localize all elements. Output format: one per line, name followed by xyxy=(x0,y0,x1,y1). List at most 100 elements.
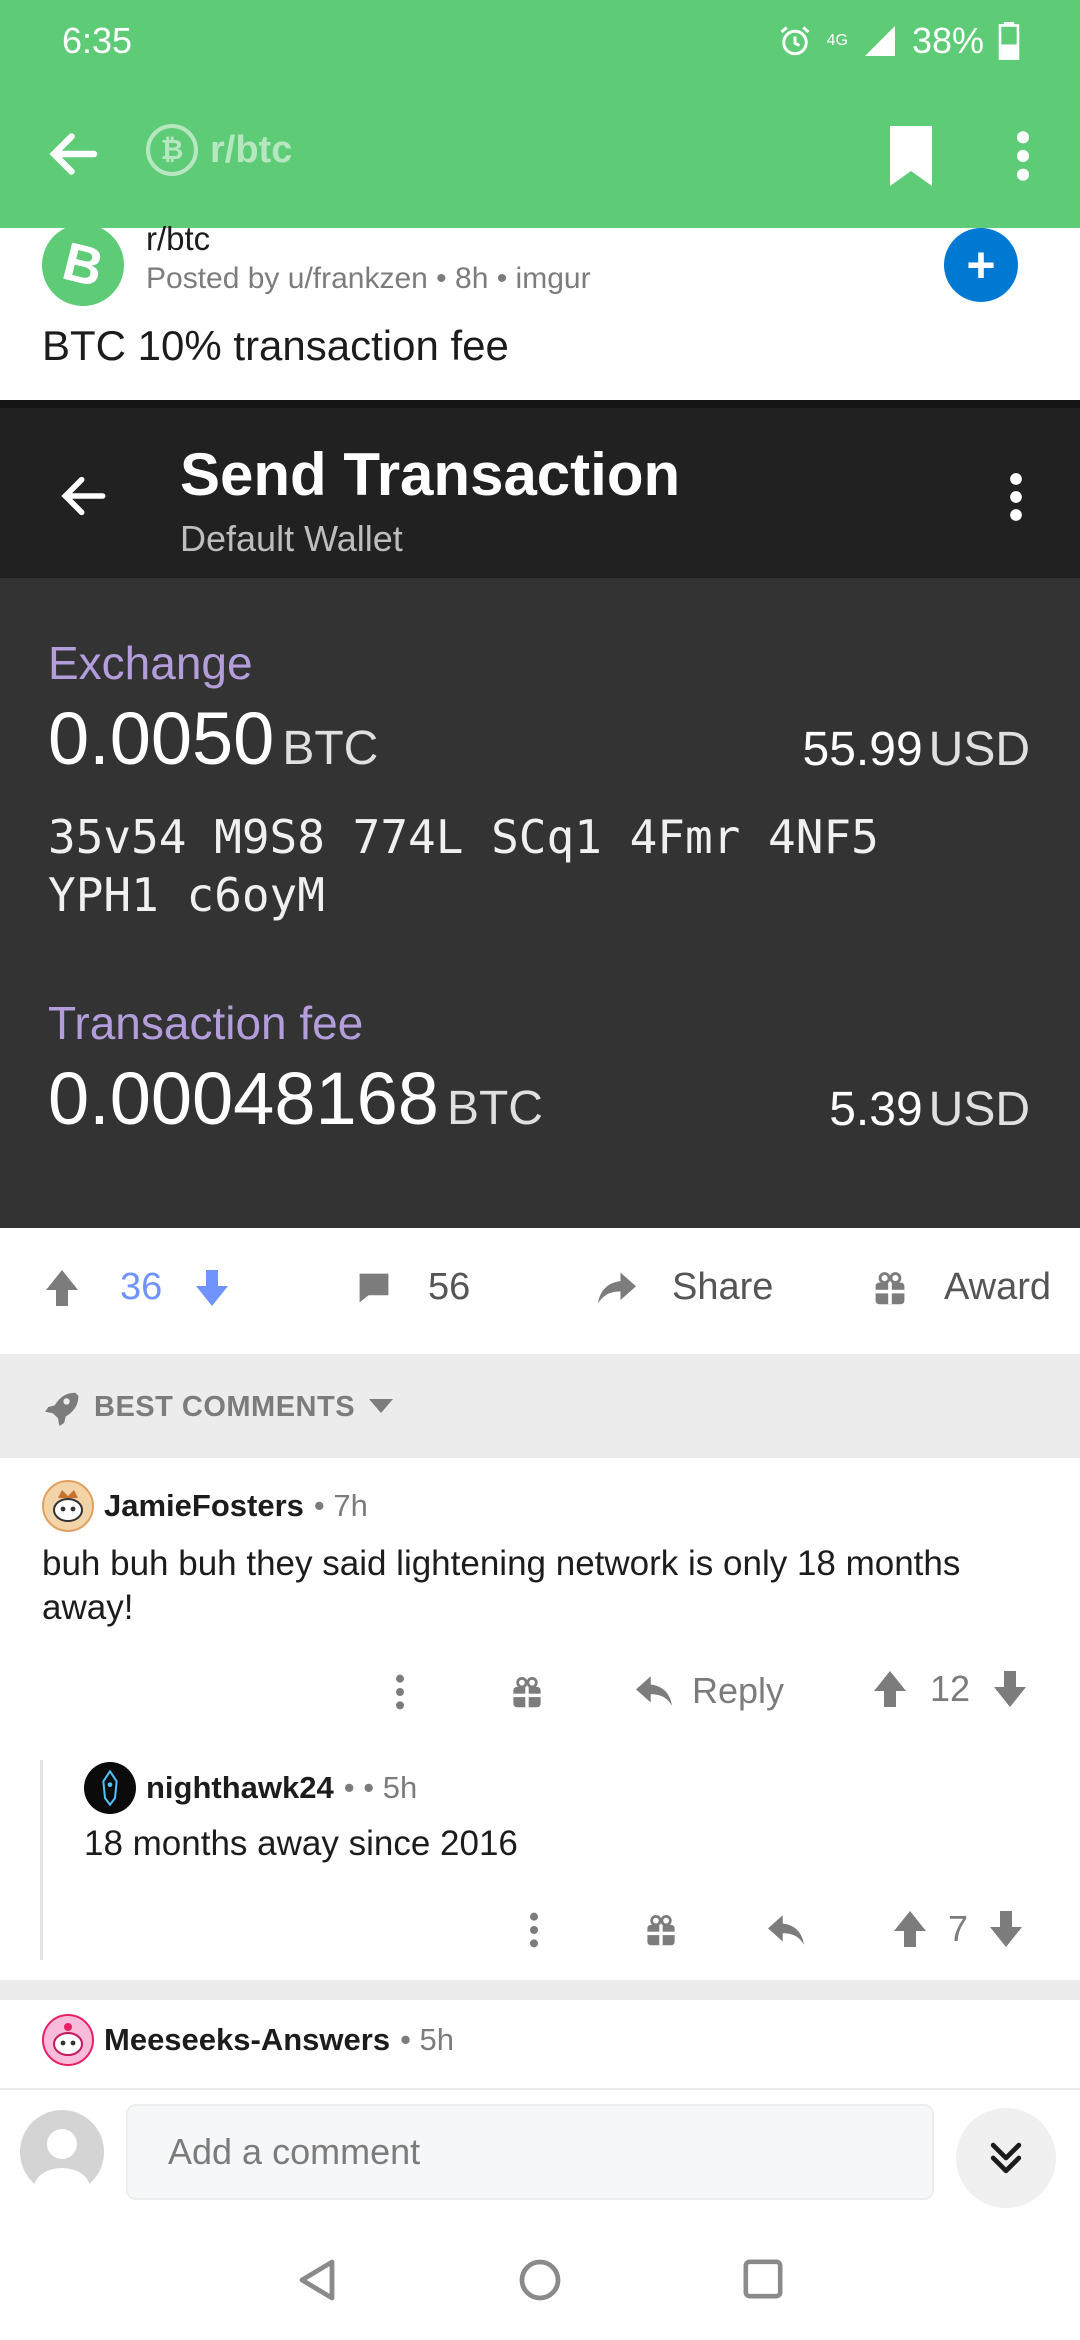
nav-back-icon[interactable] xyxy=(296,2256,340,2304)
comment-author[interactable]: Meeseeks-Answers xyxy=(104,2022,390,2058)
battery-percent: 38% xyxy=(911,20,984,61)
nav-recents-icon[interactable] xyxy=(742,2258,784,2300)
post-subreddit[interactable]: r/btc xyxy=(146,220,210,258)
award-button[interactable]: Award xyxy=(872,1266,1051,1309)
wallet-title: Send Transaction xyxy=(180,441,681,508)
fee-btc-value: 0.00048168 xyxy=(48,1057,439,1140)
network-type: 4G xyxy=(826,32,848,49)
downvote-icon[interactable] xyxy=(194,1268,230,1308)
reply-arrow-icon[interactable] xyxy=(766,1912,806,1948)
exchange-btc-value: 0.0050 xyxy=(48,697,275,780)
system-nav-bar xyxy=(0,2214,1080,2340)
vote-group: 36 xyxy=(44,1266,230,1309)
reply-label: Reply xyxy=(692,1670,785,1711)
comment-gift-icon[interactable] xyxy=(644,1912,678,1948)
nav-home-icon[interactable] xyxy=(518,2258,562,2302)
comment-sort-bar[interactable]: BEST COMMENTS xyxy=(0,1354,1080,1458)
post-meta: Posted by u/frankzen • 8h • imgur xyxy=(146,262,591,295)
comment-author[interactable]: JamieFosters xyxy=(104,1488,304,1524)
address-line-1: 35v54 M9S8 774L SCq1 4Fmr 4NF5 xyxy=(48,810,879,864)
more-vert-icon[interactable] xyxy=(1006,128,1040,184)
comment-count: 56 xyxy=(428,1266,471,1308)
upvote-icon[interactable] xyxy=(44,1268,80,1308)
downvote-icon[interactable] xyxy=(992,1669,1028,1709)
exchange-amount: 0.0050 BTC xyxy=(48,696,378,781)
share-label: Share xyxy=(672,1266,774,1308)
avatar[interactable] xyxy=(42,2014,94,2066)
comment-score: 7 xyxy=(948,1908,969,1949)
comment-time: • 5h xyxy=(400,2022,455,2057)
comment-time: • 7h xyxy=(313,1488,368,1523)
comment-author[interactable]: nighthawk24 xyxy=(146,1770,334,1806)
status-icons: 4G 38% xyxy=(777,20,1020,62)
add-comment-bar: Add a comment xyxy=(0,2088,1080,2214)
post-action-bar: 36 56 Share Award xyxy=(0,1228,1080,1354)
share-button[interactable]: Share xyxy=(596,1266,773,1309)
fee-usd-unit: USD xyxy=(928,1083,1030,1136)
exchange-usd-value: 55.99 xyxy=(802,723,923,776)
reply-arrow-icon xyxy=(636,1676,672,1706)
fee-btc-unit: BTC xyxy=(446,1082,543,1135)
battery-icon xyxy=(998,22,1020,60)
exchange-btc-unit: BTC xyxy=(282,722,379,775)
exchange-usd-unit: USD xyxy=(928,723,1030,776)
user-avatar[interactable] xyxy=(20,2110,104,2194)
fee-label: Transaction fee xyxy=(48,997,364,1049)
subreddit-avatar[interactable]: B xyxy=(33,215,133,315)
comment-more-icon[interactable] xyxy=(524,1910,544,1950)
bookmark-icon[interactable] xyxy=(884,126,938,186)
downvote-icon[interactable] xyxy=(988,1909,1024,1949)
fee-amount: 0.00048168 BTC xyxy=(48,1056,543,1141)
subreddit-name: r/btc xyxy=(210,128,293,171)
exchange-usd: 55.99 USD xyxy=(803,722,1030,777)
subreddit-link[interactable]: ₿ r/btc xyxy=(146,124,292,176)
snoo-avatar-icon xyxy=(53,2023,83,2056)
sort-selector[interactable]: BEST COMMENTS xyxy=(42,1388,394,1426)
comment-body: 18 months away since 2016 xyxy=(84,1824,518,1863)
comment-header: JamieFosters • 7h xyxy=(42,1480,368,1532)
join-button[interactable]: + xyxy=(944,228,1018,302)
post-image[interactable]: Send Transaction Default Wallet Exchange… xyxy=(0,400,1080,1228)
wallet-header: Send Transaction Default Wallet xyxy=(0,408,1080,578)
app-bar: ₿ r/btc xyxy=(0,80,1080,228)
comment-more-icon[interactable] xyxy=(390,1672,410,1712)
upvote-icon[interactable] xyxy=(892,1909,928,1949)
post-title: BTC 10% transaction fee xyxy=(42,322,509,369)
upvote-icon[interactable] xyxy=(872,1669,908,1709)
comments-button[interactable]: 56 xyxy=(356,1266,470,1309)
alarm-icon xyxy=(780,26,810,56)
avatar[interactable] xyxy=(84,1762,136,1814)
wallet-top-border xyxy=(0,400,1080,408)
add-comment-input[interactable]: Add a comment xyxy=(126,2104,934,2200)
comment-vote: 7 xyxy=(892,1908,1024,1950)
wallet-subtitle: Default Wallet xyxy=(180,518,403,559)
avatar[interactable] xyxy=(42,1480,94,1532)
status-bar: 6:35 4G 38% xyxy=(0,0,1080,80)
comment-header: nighthawk24 • • 5h xyxy=(84,1762,417,1814)
comment-vote: 12 xyxy=(872,1668,1028,1710)
comment-divider xyxy=(0,1980,1080,2000)
owl-avatar-icon xyxy=(102,1769,118,1807)
collapse-threads-button[interactable] xyxy=(956,2108,1056,2208)
comment-gift-icon[interactable] xyxy=(510,1674,544,1710)
caret-down-icon xyxy=(369,1399,394,1413)
gift-icon xyxy=(875,1271,905,1304)
bitcoin-icon: ₿ xyxy=(146,124,198,176)
double-chevron-down-icon xyxy=(990,2142,1022,2174)
app-screen: 6:35 4G 38% ₿ r/btc B r/btc Posted by u/… xyxy=(0,0,1080,2340)
snoo-avatar-icon xyxy=(53,1490,83,1522)
address-line-2: YPH1 c6oyM xyxy=(48,868,325,922)
wallet-more-icon xyxy=(1010,473,1022,521)
status-time: 6:35 xyxy=(62,20,133,61)
comment-bubble-icon xyxy=(359,1273,389,1302)
comments-section: JamieFosters • 7h buh buh buh they said … xyxy=(0,1458,1080,2088)
back-arrow-icon[interactable] xyxy=(44,124,104,184)
fee-usd: 5.39 USD xyxy=(829,1082,1030,1137)
thread-line[interactable] xyxy=(40,1760,43,1960)
post-score: 36 xyxy=(120,1266,163,1308)
fee-usd-value: 5.39 xyxy=(829,1083,923,1136)
rocket-icon xyxy=(45,1392,79,1426)
exchange-label: Exchange xyxy=(48,637,253,689)
reply-button[interactable]: Reply xyxy=(634,1670,784,1712)
award-label: Award xyxy=(944,1266,1052,1308)
